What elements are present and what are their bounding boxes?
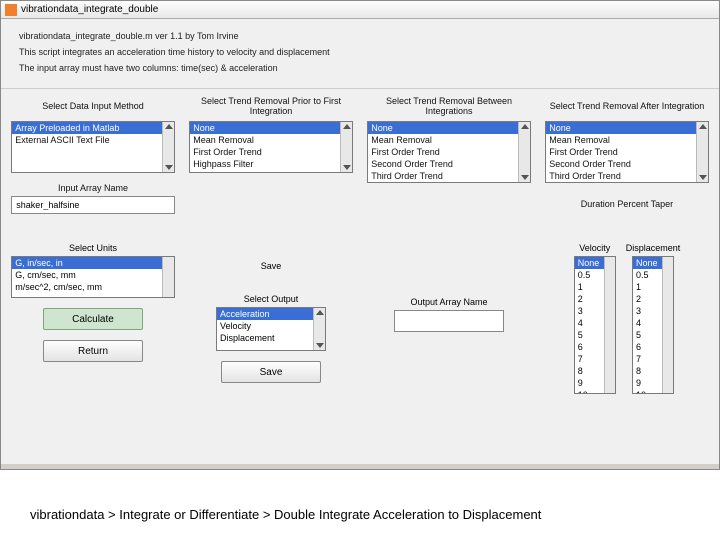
opt-first-order[interactable]: First Order Trend [190, 146, 351, 158]
scrollbar[interactable] [162, 122, 174, 172]
opt-g-in[interactable]: G, in/sec, in [12, 257, 173, 269]
label-units: Select Units [69, 243, 117, 253]
opt-disp[interactable]: Displacement [217, 332, 325, 344]
header-line2: This script integrates an acceleration t… [19, 47, 701, 57]
label-output-array: Output Array Name [410, 297, 487, 307]
scrollbar[interactable] [696, 122, 708, 182]
opt-accel[interactable]: Acceleration [217, 308, 325, 320]
opt-first[interactable]: First Order Trend [368, 146, 529, 158]
opt-mean[interactable]: Mean Removal [190, 134, 351, 146]
col-taper: Velocity None 0.5 1 2 3 4 5 6 7 8 9 10 [541, 243, 713, 460]
listbox-trend-after[interactable]: None Mean Removal First Order Trend Seco… [545, 121, 708, 183]
col-input-method: Select Data Input Method Array Preloaded… [7, 95, 179, 233]
label-trend-after: Select Trend Removal After Integration [550, 95, 705, 117]
scrollbar[interactable] [662, 257, 673, 393]
label-velocity: Velocity [579, 243, 610, 253]
label-input-method: Select Data Input Method [42, 95, 144, 117]
label-displacement: Displacement [626, 243, 681, 253]
opt-second[interactable]: Second Order Trend [368, 158, 529, 170]
col-output-array: Output Array Name [363, 243, 535, 460]
save-button[interactable]: Save [221, 361, 321, 383]
opt-vel[interactable]: Velocity [217, 320, 325, 332]
listbox-units[interactable]: G, in/sec, in G, cm/sec, mm m/sec^2, cm/… [11, 256, 174, 298]
col-trend-after: Select Trend Removal After Integration N… [541, 95, 713, 233]
opt-mean[interactable]: Mean Removal [546, 134, 707, 146]
header-text: vibrationdata_integrate_double.m ver 1.1… [1, 19, 719, 89]
opt-none[interactable]: None [368, 122, 529, 134]
scrollbar[interactable] [604, 257, 615, 393]
opt-first[interactable]: First Order Trend [546, 146, 707, 158]
scrollbar[interactable] [518, 122, 530, 182]
breadcrumb: vibrationdata > Integrate or Differentia… [30, 507, 541, 522]
opt-msec2[interactable]: m/sec^2, cm/sec, mm [12, 281, 173, 293]
opt-mean[interactable]: Mean Removal [368, 134, 529, 146]
label-select-output: Select Output [244, 294, 299, 304]
label-save-group: Save [261, 261, 282, 271]
opt-g-cm[interactable]: G, cm/sec, mm [12, 269, 173, 281]
taper-dual: Velocity None 0.5 1 2 3 4 5 6 7 8 9 10 [541, 243, 713, 394]
scrollbar[interactable] [340, 122, 352, 172]
label-trend-between: Select Trend Removal Between Integration… [363, 95, 535, 117]
opt-highpass[interactable]: Highpass Filter [190, 158, 351, 170]
opt-second[interactable]: Second Order Trend [546, 158, 707, 170]
titlebar: vibrationdata_integrate_double [1, 1, 719, 19]
taper-displacement: Displacement None 0.5 1 2 3 4 5 6 7 8 9 … [626, 243, 681, 394]
col-save: Save Select Output Acceleration Velocity… [185, 243, 357, 460]
opt-third[interactable]: Third Order Trend [368, 170, 529, 182]
col-trend-between: Select Trend Removal Between Integration… [363, 95, 535, 233]
input-array-name[interactable] [11, 196, 174, 214]
col-units: Select Units G, in/sec, in G, cm/sec, mm… [7, 243, 179, 460]
lower-panels: Select Units G, in/sec, in G, cm/sec, mm… [1, 239, 719, 464]
top-panels: Select Data Input Method Array Preloaded… [1, 89, 719, 239]
listbox-trend-between[interactable]: None Mean Removal First Order Trend Seco… [367, 121, 530, 183]
taper-velocity: Velocity None 0.5 1 2 3 4 5 6 7 8 9 10 [574, 243, 616, 394]
opt-none[interactable]: None [546, 122, 707, 134]
opt-none[interactable]: None [190, 122, 351, 134]
listbox-output[interactable]: Acceleration Velocity Displacement [216, 307, 326, 351]
col-trend-prior: Select Trend Removal Prior to First Inte… [185, 95, 357, 233]
label-taper: Duration Percent Taper [581, 199, 673, 209]
listbox-displacement-taper[interactable]: None 0.5 1 2 3 4 5 6 7 8 9 10 [632, 256, 674, 394]
return-button[interactable]: Return [43, 340, 143, 362]
listbox-input-method[interactable]: Array Preloaded in Matlab External ASCII… [11, 121, 174, 173]
input-output-array[interactable] [394, 310, 504, 332]
scrollbar[interactable] [162, 257, 174, 297]
scrollbar[interactable] [313, 308, 325, 350]
label-trend-prior: Select Trend Removal Prior to First Inte… [185, 95, 357, 117]
header-line1: vibrationdata_integrate_double.m ver 1.1… [19, 31, 701, 41]
matlab-icon [5, 4, 17, 16]
header-line3: The input array must have two columns: t… [19, 63, 701, 73]
opt-third[interactable]: Third Order Trend [546, 170, 707, 182]
opt-external-file[interactable]: External ASCII Text File [12, 134, 173, 146]
listbox-trend-prior[interactable]: None Mean Removal First Order Trend High… [189, 121, 352, 173]
opt-preloaded[interactable]: Array Preloaded in Matlab [12, 122, 173, 134]
window-title: vibrationdata_integrate_double [21, 4, 158, 15]
app-window: vibrationdata_integrate_double vibration… [0, 0, 720, 470]
label-array-name: Input Array Name [58, 183, 128, 193]
listbox-velocity-taper[interactable]: None 0.5 1 2 3 4 5 6 7 8 9 10 [574, 256, 616, 394]
calculate-button[interactable]: Calculate [43, 308, 143, 330]
